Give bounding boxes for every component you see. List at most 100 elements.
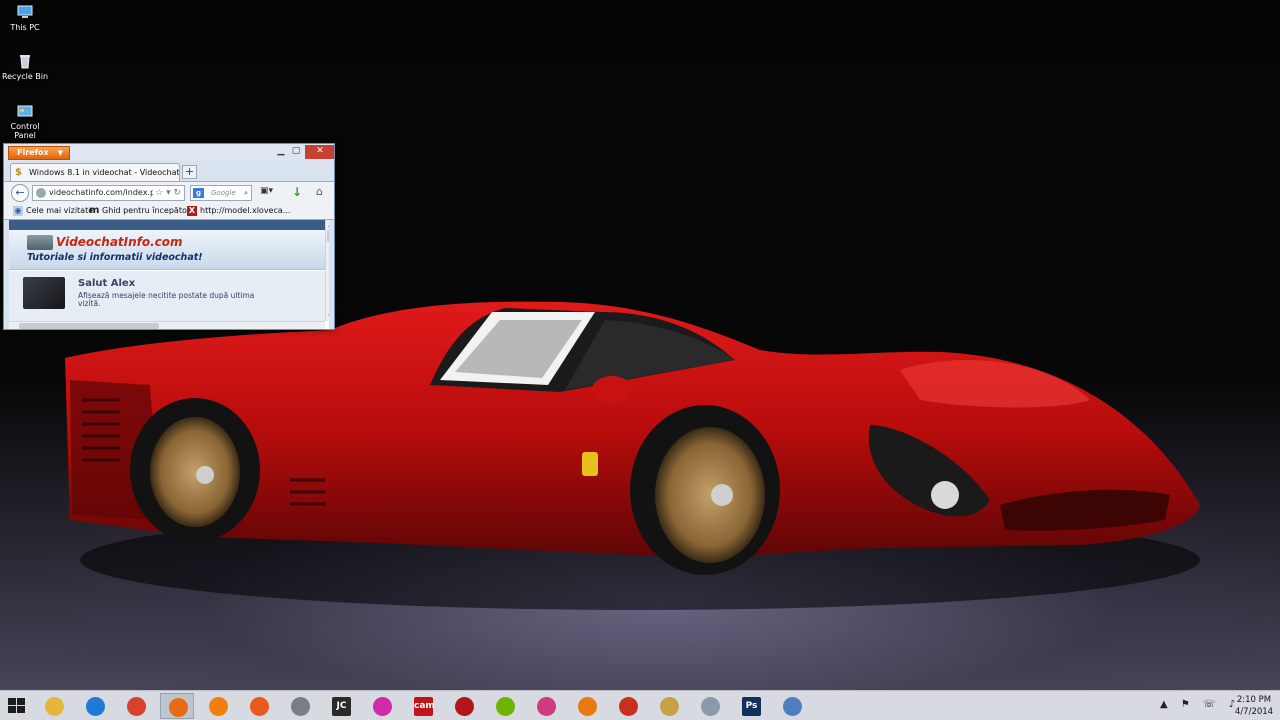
- minimize-button[interactable]: ▁: [274, 145, 288, 159]
- bookmark-xlovecam[interactable]: X http://model.xloveca...: [187, 205, 290, 217]
- taskbar-file-explorer-button[interactable]: [37, 693, 71, 719]
- chevron-down-icon: ▼: [57, 149, 63, 157]
- desktop-icon-this-pc[interactable]: This PC: [0, 4, 50, 32]
- taskbar-firefox-button[interactable]: [160, 693, 194, 719]
- bookmark-most-visited[interactable]: ◉ Cele mai vizitate: [13, 205, 93, 217]
- site-name[interactable]: VideochatInfo.com: [56, 235, 183, 249]
- ccleaner-icon: [619, 697, 638, 716]
- most-visited-icon: ◉: [13, 206, 23, 216]
- file-explorer-icon: [45, 697, 64, 716]
- greeting: Salut Alex: [78, 278, 136, 289]
- scroll-thumb[interactable]: [19, 323, 159, 329]
- page-content[interactable]: VideochatInfo.com Tutoriale si informati…: [9, 220, 329, 329]
- clock-time[interactable]: 2:10 PM: [1236, 695, 1272, 705]
- taskbar-calculator-button[interactable]: [775, 693, 809, 719]
- dollar-favicon-icon: $: [15, 167, 22, 178]
- scroll-thumb[interactable]: [327, 230, 329, 242]
- app-camera-orange-icon: [250, 697, 269, 716]
- internet-explorer-icon: [86, 697, 105, 716]
- calculator-icon: [783, 697, 802, 716]
- search-placeholder: Google: [211, 189, 236, 197]
- new-tab-button[interactable]: +: [182, 165, 197, 179]
- webcam-icon: [291, 697, 310, 716]
- home-icon[interactable]: ⌂: [316, 185, 330, 199]
- system-tray[interactable]: ▲ ⚑ ☏ ♪: [1160, 699, 1240, 710]
- app-colorful-icon: [537, 697, 556, 716]
- google-icon: g: [193, 188, 204, 198]
- taskbar-app-colorful-button[interactable]: [529, 693, 563, 719]
- horizontal-scrollbar[interactable]: [9, 321, 325, 329]
- bookmark-label: Cele mai vizitate: [26, 206, 94, 215]
- taskbar-app-ball-button[interactable]: [652, 693, 686, 719]
- bookmark-star-reload-icons[interactable]: ☆ ▾ ↻: [153, 186, 181, 200]
- computer-user-icon: [23, 277, 65, 309]
- desktop-icon-label: Recycle Bin: [1, 72, 49, 81]
- scroll-up-icon[interactable]: ▲: [326, 220, 329, 229]
- tab-title: Windows 8.1 in videochat - Videochat in.…: [29, 168, 180, 177]
- desktop-wallpaper: [0, 0, 1280, 690]
- address-bar[interactable]: videochatinfo.com/index.p ☆ ▾ ↻: [32, 185, 185, 201]
- plus-icon: +: [184, 165, 195, 178]
- control-panel-icon: [17, 105, 33, 117]
- bookmark-label: http://model.xloveca...: [200, 206, 291, 215]
- app-red-disk-icon: [455, 697, 474, 716]
- x-logo-icon: X: [187, 206, 197, 216]
- taskbar-chrome-button[interactable]: [119, 693, 153, 719]
- close-button[interactable]: ✕: [305, 145, 334, 159]
- site-logo-icon: [27, 235, 53, 250]
- computer-icon: [17, 5, 33, 18]
- maximize-button[interactable]: ▢: [289, 145, 303, 159]
- taskbar-app-monitor-button[interactable]: [693, 693, 727, 719]
- red-race-car-image: [65, 301, 1200, 610]
- site-top-strip: [9, 220, 329, 230]
- taskbar: JC cam Ps ▲ ⚑ ☏ ♪ 2:10 PM 4/7/2014: [0, 690, 1280, 720]
- vlc-icon: [209, 697, 228, 716]
- windows-logo-icon: [17, 706, 25, 713]
- firefox-menu-label: Firefox: [17, 148, 49, 157]
- desktop-icon-label: This PC: [10, 23, 40, 32]
- taskbar-internet-explorer-button[interactable]: [78, 693, 112, 719]
- desktop-icon-control-panel[interactable]: Control Panel: [0, 103, 50, 140]
- unread-messages-link[interactable]: Afișează mesajele necitite postate după …: [78, 292, 278, 308]
- start-button[interactable]: [8, 698, 25, 714]
- taskbar-jc-app-button[interactable]: JC: [324, 693, 358, 719]
- taskbar-ccleaner-button[interactable]: [611, 693, 645, 719]
- taskbar-super-cam-button[interactable]: cam: [406, 693, 440, 719]
- url-text: videochatinfo.com/index.p: [49, 188, 156, 197]
- taskbar-app-globe-orange-button[interactable]: [570, 693, 604, 719]
- firefox-menu-button[interactable]: Firefox ▼: [8, 146, 70, 160]
- chrome-icon: [127, 697, 146, 716]
- windows-logo-icon: [17, 698, 25, 705]
- taskbar-app-pink-button[interactable]: [365, 693, 399, 719]
- scroll-down-icon[interactable]: ▼: [326, 312, 329, 321]
- search-input[interactable]: g Google ⌕: [190, 185, 252, 201]
- back-button[interactable]: ←: [11, 184, 29, 202]
- bookmarks-menu-button[interactable]: ▣▾: [260, 186, 280, 199]
- browser-tab[interactable]: $ Windows 8.1 in videochat - Videochat i…: [10, 163, 180, 181]
- taskbar-app-camera-orange-button[interactable]: [242, 693, 276, 719]
- search-icon[interactable]: ⌕: [244, 186, 248, 200]
- taskbar-yahoo-messenger-button[interactable]: [488, 693, 522, 719]
- desktop-icon-label: Control Panel: [10, 122, 40, 140]
- taskbar-vlc-button[interactable]: [201, 693, 235, 719]
- arrow-left-icon: ←: [15, 186, 25, 199]
- bookmark-getting-started[interactable]: m Ghid pentru începători: [89, 205, 192, 217]
- recycle-bin-icon: [20, 55, 30, 69]
- app-globe-orange-icon: [578, 697, 597, 716]
- app-pink-icon: [373, 697, 392, 716]
- firefox-icon: [169, 698, 188, 717]
- firefox-window[interactable]: Firefox ▼ ▁ ▢ ✕ $ Windows 8.1 in videoch…: [3, 143, 335, 330]
- desktop-icon-recycle-bin[interactable]: Recycle Bin: [0, 53, 50, 81]
- taskbar-webcam-button[interactable]: [283, 693, 317, 719]
- vertical-scrollbar[interactable]: ▲ ▼: [325, 220, 329, 321]
- taskbar-photoshop-button[interactable]: Ps: [734, 693, 768, 719]
- m-logo-icon: m: [89, 205, 100, 216]
- download-icon[interactable]: ↓: [292, 185, 304, 199]
- photoshop-icon: Ps: [742, 697, 761, 716]
- site-tagline: Tutoriale si informatii videochat!: [27, 252, 203, 263]
- title-bar[interactable]: Firefox ▼ ▁ ▢ ✕: [4, 144, 334, 161]
- taskbar-app-red-disk-button[interactable]: [447, 693, 481, 719]
- clock-date[interactable]: 4/7/2014: [1232, 707, 1276, 717]
- bookmark-label: Ghid pentru începători: [102, 206, 193, 215]
- bookmarks-toolbar: ◉ Cele mai vizitate m Ghid pentru începă…: [4, 202, 334, 220]
